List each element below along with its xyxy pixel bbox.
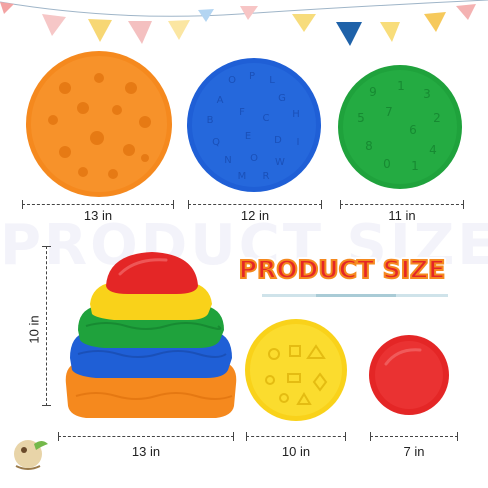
blue-letter: N: [224, 155, 231, 166]
blue-letter: A: [217, 95, 224, 106]
yellow-dimension-line: [246, 432, 346, 441]
red-dimension-label: 7 in: [403, 444, 425, 459]
green-digit: 7: [385, 105, 393, 119]
red-dome: [368, 334, 450, 416]
stack-height-line: [42, 246, 51, 406]
blue-disc: O P L A G H B F C Q E D I N O W M R: [186, 57, 322, 193]
green-digit: 4: [429, 143, 437, 157]
stack-width-line: [58, 432, 234, 441]
blue-letter: I: [297, 137, 300, 148]
blue-letter: W: [275, 157, 285, 168]
blue-letter: F: [239, 107, 245, 118]
blue-letter: D: [274, 135, 282, 146]
blue-letter: P: [249, 71, 255, 82]
orange-dimension-line: [22, 200, 174, 209]
green-digit: 5: [357, 111, 365, 125]
brand-logo: [8, 432, 52, 472]
orange-dimension-label: 13 in: [83, 208, 113, 223]
product-size-title: PRODUCT SIZE PRODUCT SIZE: [230, 249, 454, 287]
green-digit: 3: [423, 87, 431, 101]
blue-dimension-label: 12 in: [240, 208, 270, 223]
blue-dimension-line: [188, 200, 322, 209]
yellow-disc: [244, 318, 348, 422]
blue-letter: H: [292, 109, 300, 120]
green-digit: 9: [369, 85, 377, 99]
green-disc: 9 1 3 5 2 7 6 8 4 0 1: [337, 64, 463, 190]
green-digit: 2: [433, 111, 441, 125]
title-underline: [262, 294, 448, 297]
green-dimension-line: [340, 200, 464, 209]
yellow-dimension-label: 10 in: [281, 444, 311, 459]
blue-letter: L: [269, 75, 275, 86]
green-digit: 6: [409, 123, 417, 137]
blue-letter: E: [245, 131, 251, 142]
green-digit: 8: [365, 139, 373, 153]
blue-letter: O: [250, 153, 258, 164]
green-dimension-label: 11 in: [388, 208, 416, 223]
stack-height-label: 10 in: [26, 315, 42, 344]
red-dimension-line: [370, 432, 458, 441]
blue-letter: B: [207, 115, 214, 126]
orange-disc: [25, 50, 173, 198]
blue-letter: R: [263, 171, 270, 182]
blue-letter: M: [238, 171, 247, 182]
blue-letter: G: [278, 93, 286, 104]
title-text: PRODUCT SIZE: [239, 255, 446, 284]
green-digit: 0: [383, 157, 391, 171]
stack-width-label: 13 in: [131, 444, 161, 459]
green-digit: 1: [411, 159, 419, 173]
blue-letter: O: [228, 75, 236, 86]
green-digit: 1: [397, 79, 405, 93]
stacked-stones: [56, 246, 246, 426]
product-size-image: PRODUCT SIZE O P L A G H B F C Q E D I N…: [0, 0, 488, 488]
blue-letter: C: [263, 113, 270, 124]
blue-letter: Q: [212, 137, 220, 148]
